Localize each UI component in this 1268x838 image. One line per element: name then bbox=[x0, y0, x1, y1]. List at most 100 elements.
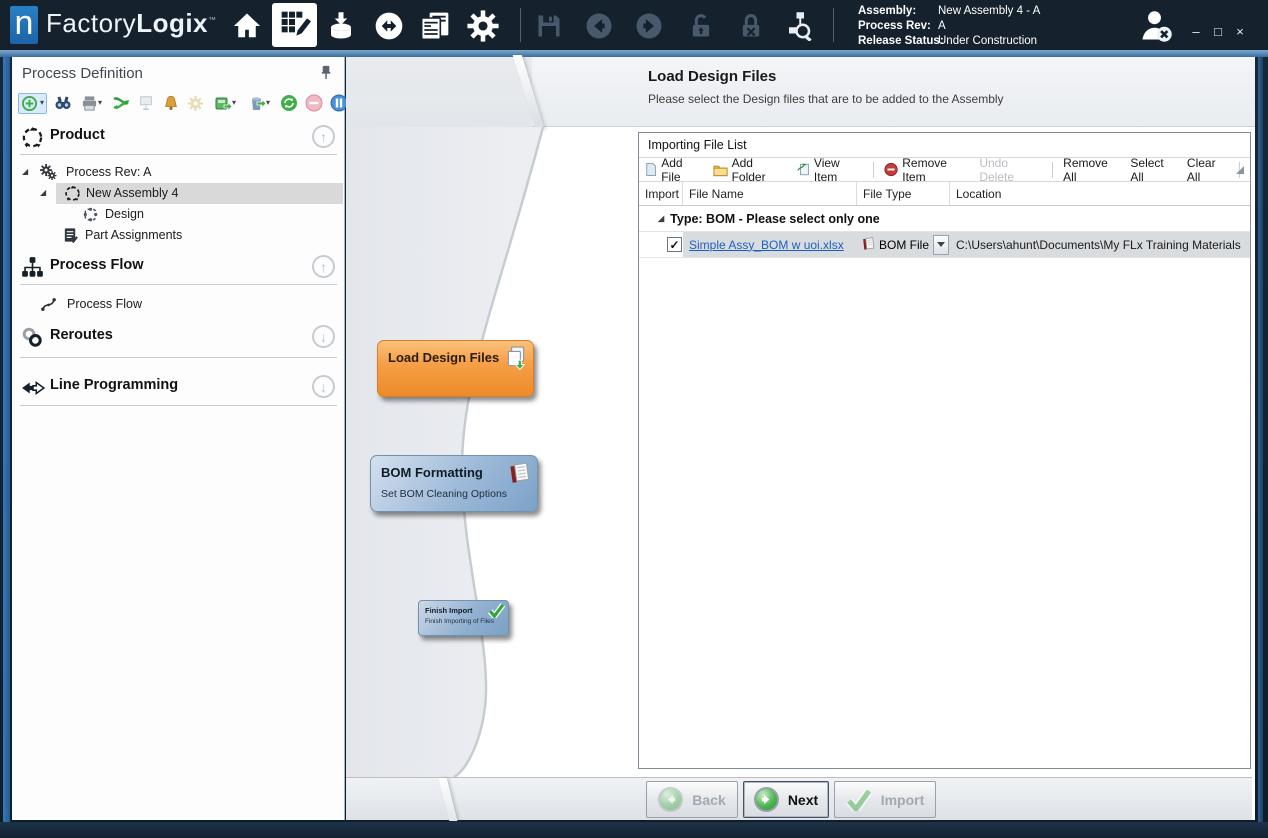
import-checkbox[interactable]: ✓ bbox=[667, 237, 682, 252]
print-button[interactable]: ▾ bbox=[78, 94, 105, 113]
tree-item-label: Process Flow bbox=[67, 297, 142, 311]
view-item-button[interactable]: View Item bbox=[797, 156, 863, 184]
maximize-button[interactable]: □ bbox=[1208, 24, 1228, 39]
location-value: C:\Users\ahunt\Documents\My FLx Training… bbox=[950, 238, 1241, 252]
home-icon[interactable] bbox=[228, 7, 266, 45]
titlebar: n FactoryLogix™ bbox=[0, 0, 1268, 50]
remove-all-button[interactable]: Remove All bbox=[1063, 156, 1120, 184]
news-documents-icon[interactable] bbox=[416, 7, 454, 45]
import-button[interactable]: Import bbox=[834, 781, 936, 818]
tree-item-new-assembly[interactable]: ◢ New Assembly 4 bbox=[12, 184, 345, 204]
expand-down-button[interactable]: ↓ bbox=[312, 325, 335, 348]
divider bbox=[20, 284, 337, 285]
file-name-cell: Simple Assy_BOM w uoi.xlsx bbox=[683, 232, 857, 257]
clear-all-button[interactable]: Clear All bbox=[1187, 156, 1229, 184]
next-button[interactable]: Next bbox=[743, 781, 829, 818]
product-icon bbox=[21, 126, 44, 154]
presentation-board-icon[interactable] bbox=[136, 94, 155, 113]
sync-circle-icon[interactable] bbox=[279, 94, 298, 113]
step-load-design-files[interactable]: Load Design Files bbox=[377, 340, 534, 397]
settings-gear-icon[interactable] bbox=[464, 7, 502, 45]
minimize-button[interactable]: – bbox=[1186, 24, 1206, 39]
divider bbox=[20, 357, 337, 358]
tree-item-design[interactable]: Design bbox=[12, 205, 345, 225]
column-file-name[interactable]: File Name bbox=[683, 182, 857, 205]
back-icon[interactable] bbox=[580, 7, 618, 45]
pin-icon[interactable] bbox=[319, 64, 334, 84]
column-location[interactable]: Location bbox=[950, 182, 1250, 205]
footer-slash bbox=[439, 778, 458, 821]
process-definition-tab-icon[interactable] bbox=[272, 3, 317, 47]
group-header-row[interactable]: ◢ Type: BOM - Please select only one bbox=[639, 206, 1250, 232]
data-import-icon[interactable] bbox=[322, 7, 360, 45]
release-status-value: Under Construction bbox=[938, 34, 1040, 49]
add-folder-button[interactable]: Add Folder bbox=[713, 156, 787, 184]
transfer-icon[interactable] bbox=[370, 7, 408, 45]
add-file-icon bbox=[645, 162, 657, 177]
tree-item-process-flow[interactable]: Process Flow bbox=[12, 295, 345, 315]
gear-faded-icon[interactable] bbox=[186, 94, 205, 113]
dropdown-caret-icon bbox=[937, 242, 945, 247]
tree-item-process-rev[interactable]: ◢ Process Rev: A bbox=[12, 163, 345, 183]
location-cell: C:\Users\ahunt\Documents\My FLx Training… bbox=[950, 232, 1250, 257]
remove-circle-icon[interactable] bbox=[304, 94, 323, 113]
add-file-button[interactable]: Add File bbox=[645, 156, 703, 184]
close-button[interactable]: × bbox=[1230, 24, 1250, 39]
file-list-toolbar: Add File Add Folder View Item Remove Ite… bbox=[639, 158, 1250, 182]
assembly-value: New Assembly 4 - A bbox=[938, 4, 1040, 19]
bell-icon[interactable] bbox=[161, 94, 180, 113]
file-type-dropdown[interactable] bbox=[933, 235, 949, 255]
section-label: Product bbox=[50, 127, 105, 143]
lock-icon[interactable] bbox=[732, 7, 770, 45]
undo-delete-button[interactable]: Undo Delete bbox=[979, 156, 1042, 184]
select-all-button[interactable]: Select All bbox=[1130, 156, 1177, 184]
expanded-triangle-icon[interactable]: ◢ bbox=[40, 188, 46, 197]
finish-check-icon bbox=[488, 603, 505, 623]
toolbar-divider bbox=[520, 8, 521, 42]
column-import[interactable]: Import bbox=[639, 182, 683, 205]
step-bom-formatting[interactable]: BOM Formatting Set BOM Cleaning Options bbox=[370, 455, 538, 512]
workflow-swoosh bbox=[346, 127, 646, 777]
application-window: n FactoryLogix™ bbox=[0, 0, 1268, 838]
expanded-triangle-icon[interactable]: ◢ bbox=[22, 167, 28, 176]
sidebar-section-process-flow[interactable]: Process Flow ↑ bbox=[12, 253, 345, 281]
tree-item-part-assignments[interactable]: Part Assignments bbox=[12, 226, 345, 246]
sidebar-section-line-programming[interactable]: Line Programming ↓ bbox=[12, 373, 345, 401]
file-row[interactable]: ✓ Simple Assy_BOM w uoi.xlsx BOM File C:… bbox=[639, 232, 1250, 258]
unlock-icon[interactable] bbox=[682, 7, 720, 45]
group-header-label: Type: BOM - Please select only one bbox=[670, 212, 880, 226]
toolbar-overflow-icon[interactable] bbox=[1236, 166, 1244, 174]
group-expanded-icon[interactable]: ◢ bbox=[658, 214, 664, 223]
file-name-link[interactable]: Simple Assy_BOM w uoi.xlsx bbox=[683, 238, 844, 252]
divider bbox=[20, 405, 337, 406]
export-package-button[interactable]: ▾ bbox=[211, 94, 239, 113]
file-list-title: Importing File List bbox=[639, 133, 1250, 158]
process-search-icon[interactable] bbox=[780, 7, 818, 45]
find-icon[interactable] bbox=[53, 94, 72, 113]
sidebar-section-reroutes[interactable]: Reroutes ↓ bbox=[12, 323, 345, 351]
step-finish-import[interactable]: Finish Import Finish Importing of Files bbox=[418, 600, 509, 636]
add-folder-icon bbox=[713, 163, 728, 177]
forward-icon[interactable] bbox=[630, 7, 668, 45]
line-programming-icon bbox=[21, 376, 45, 405]
load-files-icon bbox=[505, 346, 527, 375]
process-flow-icon bbox=[21, 256, 44, 284]
wizard-title: Load Design Files bbox=[648, 68, 776, 85]
delete-package-button[interactable]: ▾ bbox=[245, 94, 273, 113]
step-subtitle: Finish Importing of Files bbox=[425, 618, 494, 625]
collapse-up-button[interactable]: ↑ bbox=[312, 255, 335, 278]
assembly-icon bbox=[64, 185, 81, 205]
sidebar-section-product[interactable]: Product ↑ bbox=[12, 123, 345, 151]
column-file-type[interactable]: File Type bbox=[857, 182, 950, 205]
back-button[interactable]: Back bbox=[646, 781, 738, 818]
user-account-icon[interactable] bbox=[1138, 8, 1174, 49]
expand-down-button[interactable]: ↓ bbox=[312, 375, 335, 398]
add-item-button[interactable]: ▾ bbox=[18, 93, 47, 114]
save-icon[interactable] bbox=[530, 7, 568, 45]
collapse-up-button[interactable]: ↑ bbox=[312, 125, 335, 148]
reroutes-icon bbox=[21, 326, 44, 354]
toolbar-separator bbox=[1052, 162, 1053, 178]
exchange-arrows-icon[interactable] bbox=[111, 94, 130, 113]
remove-item-button[interactable]: Remove Item bbox=[884, 156, 969, 184]
window-left-edge bbox=[3, 57, 10, 822]
